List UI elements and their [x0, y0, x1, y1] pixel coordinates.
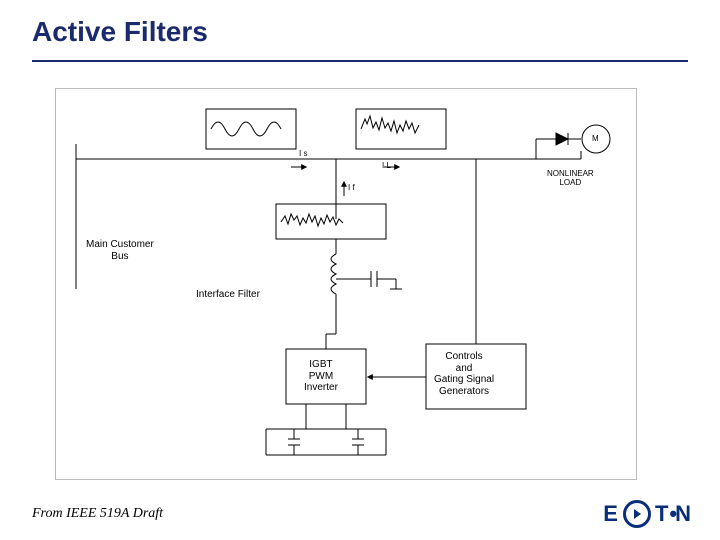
label-nonlinear-load: NONLINEAR LOAD [547, 169, 594, 187]
label-m: M [592, 134, 599, 143]
diagram-frame: Main Customer Bus Interface Filter IGBT … [55, 88, 637, 480]
brand-text-right: T•N [655, 501, 692, 527]
title-rule [32, 60, 688, 62]
page-title: Active Filters [32, 16, 208, 48]
label-igbt-inverter: IGBT PWM Inverter [304, 359, 338, 394]
source-credit: From IEEE 519A Draft [32, 506, 163, 522]
brand-text-left: E [603, 501, 619, 527]
label-main-bus: Main Customer Bus [86, 239, 154, 262]
label-il: I L [382, 161, 391, 170]
brand-play-icon [623, 500, 651, 528]
label-controls: Controls and Gating Signal Generators [434, 351, 494, 397]
active-filter-diagram [56, 89, 636, 479]
label-interface-filter: Interface Filter [196, 289, 260, 301]
label-if: I f [348, 183, 355, 192]
brand-logo: E T•N [603, 500, 692, 528]
label-is: I s [299, 149, 307, 158]
